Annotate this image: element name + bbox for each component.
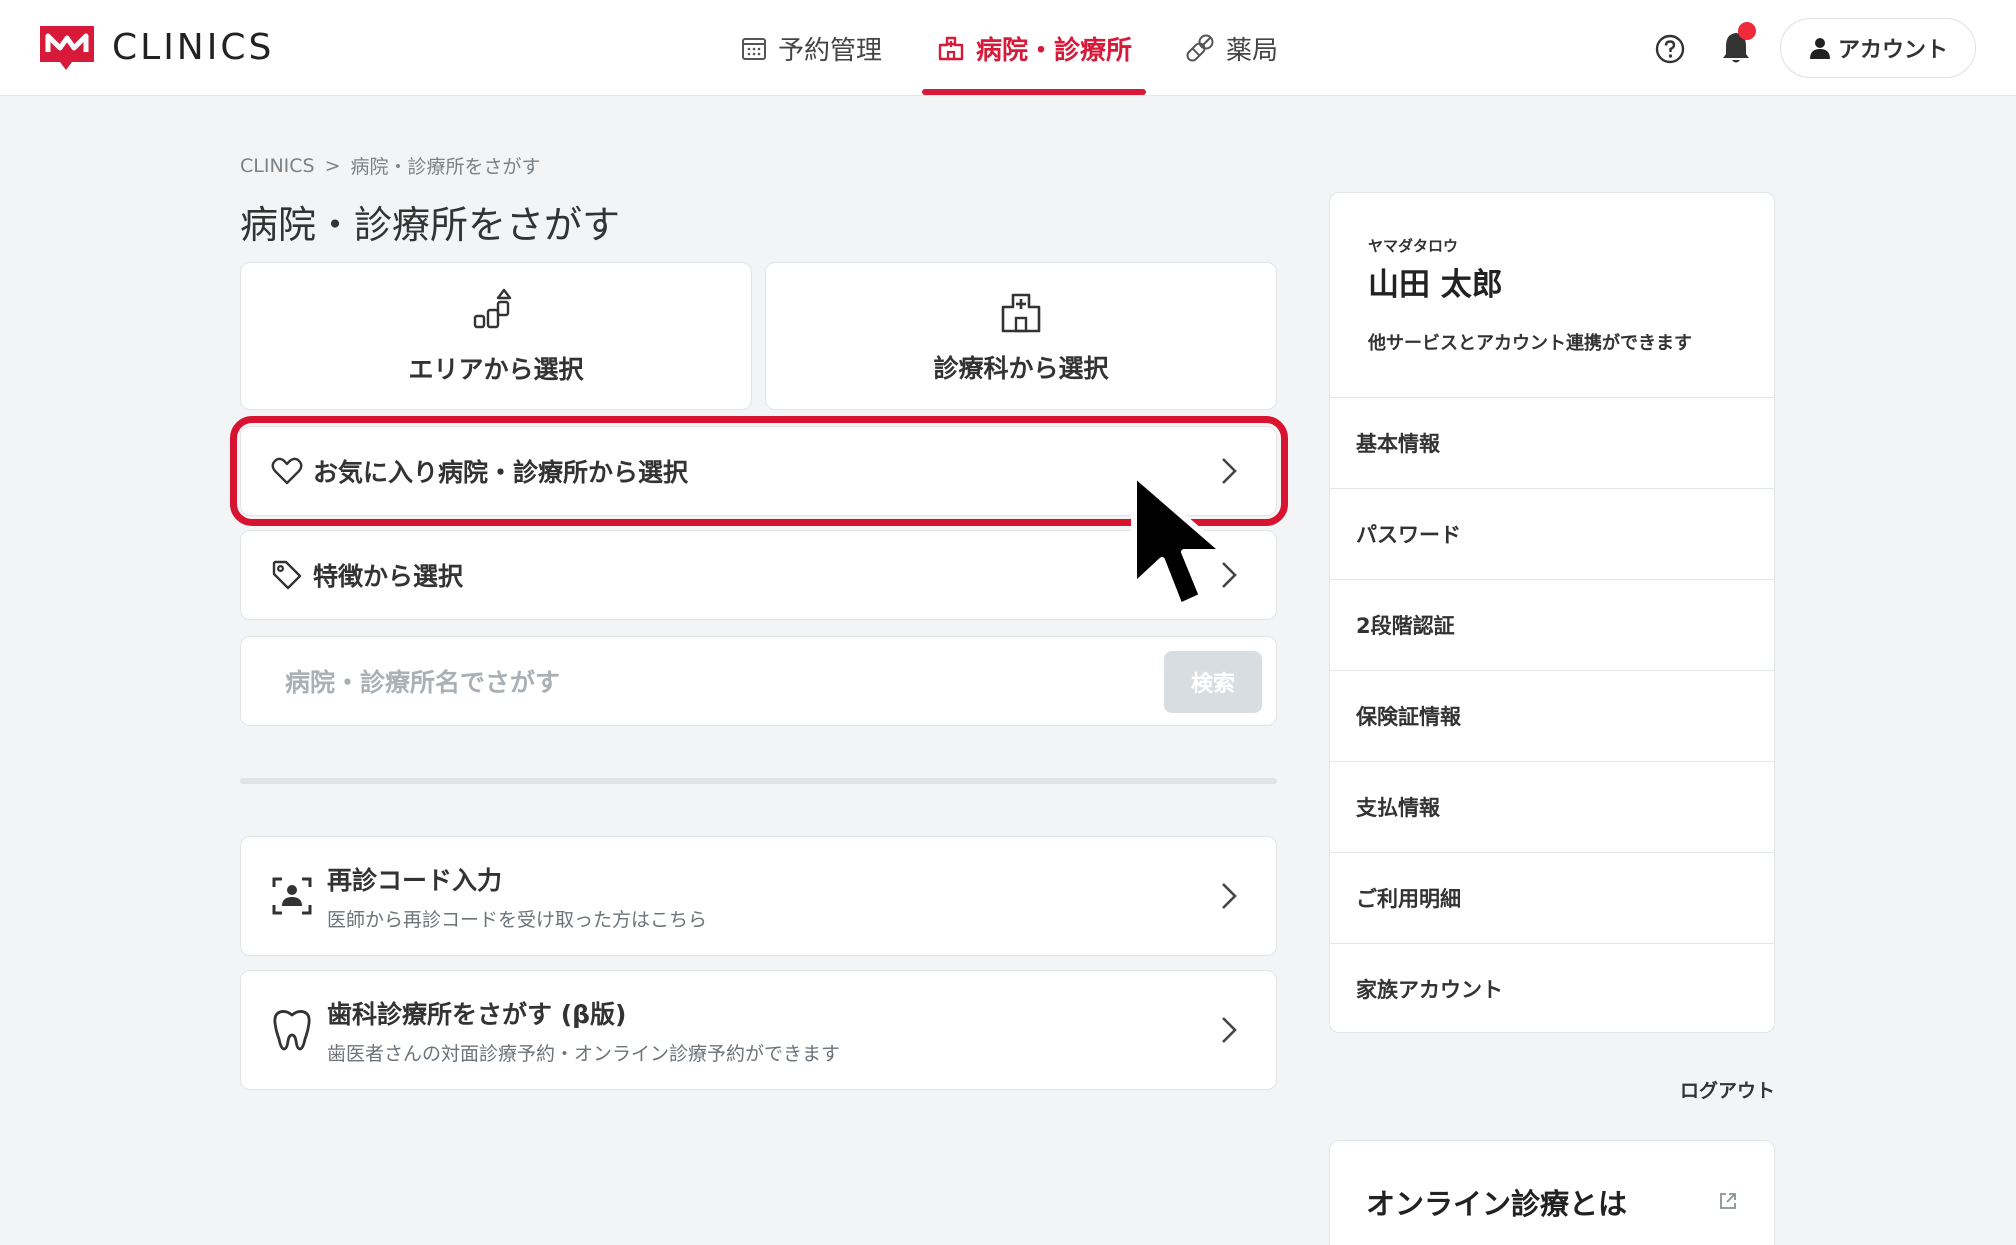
tag-icon: [272, 560, 302, 590]
menu-basic-info[interactable]: 基本情報: [1330, 397, 1774, 488]
nav-hospitals[interactable]: 病院・診療所: [936, 0, 1132, 96]
breadcrumb: CLINICS > 病院・診療所をさがす: [240, 152, 541, 179]
logo-text: CLINICS: [112, 26, 275, 68]
hospital-icon: [938, 36, 964, 61]
user-icon: [1809, 38, 1830, 59]
calendar-icon: [742, 38, 766, 60]
account-link-description[interactable]: 他サービスとアカウント連携ができます: [1368, 329, 1692, 355]
area-select-label: エリアから選択: [408, 355, 584, 384]
page-title: 病院・診療所をさがす: [240, 203, 621, 247]
clinics-logo[interactable]: CLINICS: [36, 22, 274, 72]
chevron-right-icon: [1222, 1017, 1237, 1043]
revisit-code-title: 再診コード入力: [327, 865, 503, 895]
nav-reservations[interactable]: 予約管理: [740, 0, 882, 96]
menu-two-factor[interactable]: 2段階認証: [1330, 579, 1774, 670]
dental-search-subtitle: 歯医者さんの対面診療予約・オンライン診療予約ができます: [327, 1042, 841, 1065]
department-select-tile[interactable]: 診療科から選択: [765, 262, 1277, 410]
department-select-label: 診療科から選択: [933, 354, 1109, 383]
tooth-icon: [273, 1010, 311, 1051]
menu-family-account[interactable]: 家族アカウント: [1330, 943, 1774, 1032]
top-header: CLINICS 予約管理 病院・診療所 薬局 アカウント: [0, 0, 2016, 96]
revisit-code-row[interactable]: 再診コード入力 医師から再診コードを受け取った方はこちら: [240, 836, 1277, 956]
clinic-building-icon: [1001, 293, 1041, 333]
features-select-label: 特徴から選択: [313, 562, 464, 591]
online-consult-card[interactable]: オンライン診療とは: [1329, 1140, 1775, 1245]
clinics-logo-icon: [40, 26, 94, 70]
account-label: アカウント: [1837, 38, 1948, 63]
help-icon[interactable]: [1655, 34, 1685, 64]
user-name: 山田 太郎: [1368, 267, 1503, 303]
area-select-tile[interactable]: エリアから選択: [240, 262, 752, 410]
chevron-right-icon: [1222, 883, 1237, 909]
menu-usage-history[interactable]: ご利用明細: [1330, 852, 1774, 943]
mouse-cursor-icon: [1131, 471, 1227, 609]
section-divider: [240, 778, 1277, 784]
nav-pharmacy-label: 薬局: [1226, 35, 1279, 66]
search-button[interactable]: 検索: [1164, 651, 1262, 713]
online-consult-title: オンライン診療とは: [1366, 1187, 1628, 1221]
breadcrumb-current: 病院・診療所をさがす: [350, 156, 541, 178]
search-box: 病院・診療所名でさがす 検索: [240, 636, 1277, 726]
account-button[interactable]: アカウント: [1780, 18, 1976, 78]
search-input[interactable]: 病院・診療所名でさがす: [285, 637, 560, 725]
face-scan-icon: [272, 877, 312, 915]
area-blocks-icon: [473, 288, 512, 329]
nav-hospitals-label: 病院・診療所: [976, 35, 1133, 66]
breadcrumb-separator: >: [324, 154, 341, 177]
dental-search-title: 歯科診療所をさがす (β版): [327, 999, 627, 1029]
account-sidebar: ヤマダタロウ 山田 太郎 他サービスとアカウント連携ができます 基本情報 パスワ…: [1329, 192, 1775, 1033]
dental-search-row[interactable]: 歯科診療所をさがす (β版) 歯医者さんの対面診療予約・オンライン診療予約ができ…: [240, 970, 1277, 1090]
nav-active-indicator: [922, 89, 1146, 95]
breadcrumb-root[interactable]: CLINICS: [240, 155, 315, 177]
account-menu: 基本情報 パスワード 2段階認証 保険証情報 支払情報 ご利用明細 家族アカウン…: [1330, 397, 1774, 1032]
nav-reservations-label: 予約管理: [778, 35, 883, 66]
menu-insurance[interactable]: 保険証情報: [1330, 670, 1774, 761]
pills-icon: [1186, 34, 1214, 62]
menu-password[interactable]: パスワード: [1330, 488, 1774, 579]
features-select-row[interactable]: 特徴から選択: [240, 530, 1277, 620]
external-link-icon: [1720, 1193, 1736, 1209]
menu-payment[interactable]: 支払情報: [1330, 761, 1774, 852]
logout-link[interactable]: ログアウト: [1680, 1076, 1775, 1103]
notification-badge: [1738, 22, 1756, 40]
revisit-code-subtitle: 医師から再診コードを受け取った方はこちら: [327, 908, 708, 931]
user-name-kana: ヤマダタロウ: [1368, 237, 1459, 255]
nav-pharmacy[interactable]: 薬局: [1184, 0, 1278, 96]
